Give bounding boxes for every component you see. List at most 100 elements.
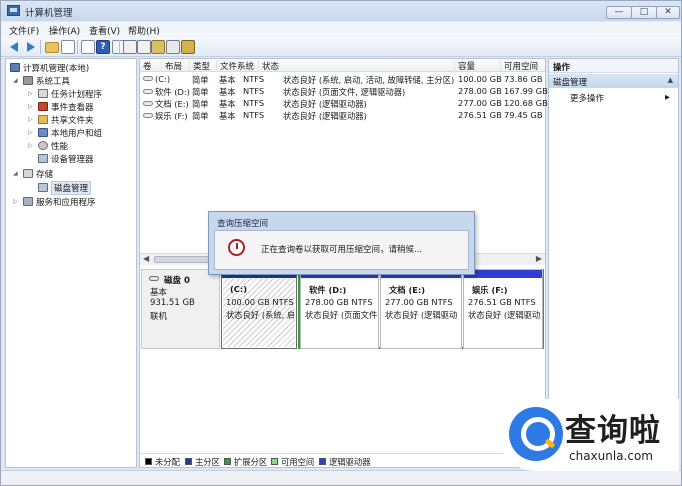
status-bar <box>1 470 681 485</box>
volume-icon <box>143 113 153 118</box>
column-status[interactable]: 状态 <box>259 60 455 72</box>
collapse-up-icon[interactable]: ▲ <box>668 76 673 84</box>
table-row[interactable]: 文档 (E:) 简单 基本 NTFS 状态良好 (逻辑驱动器) 277.00 G… <box>140 97 548 109</box>
filesystem-cell: NTFS <box>243 86 265 96</box>
watermark-brand: 查询啦 <box>565 413 661 449</box>
close-button[interactable]: ✕ <box>656 6 680 19</box>
menu-help[interactable]: 帮助(H) <box>128 24 160 37</box>
menu-view[interactable]: 查看(V) <box>89 24 120 37</box>
disk-0-info[interactable]: 磁盘 0 基本 931.51 GB 联机 <box>141 269 220 349</box>
partition-e[interactable]: 文档 (E:) 277.00 GB NTFS 状态良好 (逻辑驱动 <box>380 269 462 349</box>
partition-status: 状态良好 (逻辑驱动 <box>468 310 541 320</box>
query-shrink-space-dialog[interactable]: 查询压缩空间 正在查询卷以获取可用压缩空间，请稍候... <box>208 211 475 275</box>
services-icon <box>23 197 33 206</box>
progress-clock-icon <box>228 239 245 256</box>
volume-cell: 娱乐 (F:) <box>143 110 190 122</box>
storage-icon <box>23 169 33 178</box>
volume-list-header: 卷 布局 类型 文件系统 状态 容量 可用空间 <box>140 59 545 72</box>
scroll-right-icon[interactable]: ▶ <box>536 254 542 263</box>
expand-icon: ▷ <box>28 116 33 123</box>
minimize-icon: — <box>614 7 624 17</box>
legend-label: 可用空间 <box>281 457 315 467</box>
partition-c[interactable]: (C:) 100.00 GB NTFS 状态良好 (系统, 启 <box>221 269 297 349</box>
computer-management-icon <box>7 5 20 16</box>
console-tree-icon[interactable] <box>61 40 75 54</box>
capacity-cell: 276.51 GB <box>458 110 502 120</box>
toolbar-separator <box>40 40 41 54</box>
menu-file[interactable]: 文件(F) <box>9 24 39 37</box>
computer-management-window: 计算机管理 — □ ✕ 文件(F) 操作(A) 查看(V) 帮助(H) ? 计算… <box>0 0 682 486</box>
device-manager-icon <box>38 154 48 163</box>
help-icon[interactable]: ? <box>96 40 110 54</box>
scroll-left-icon[interactable]: ◀ <box>143 254 149 263</box>
volume-icon <box>143 76 153 81</box>
column-capacity[interactable]: 容量 <box>455 60 501 72</box>
partition-size: 100.00 GB NTFS <box>226 297 294 307</box>
forward-button[interactable] <box>23 40 37 54</box>
partition-name: 娱乐 (F:) <box>472 285 508 295</box>
disk-icon <box>149 276 159 281</box>
expand-icon: ▷ <box>28 103 33 110</box>
partition-size: 278.00 GB NTFS <box>305 297 373 307</box>
partition-size: 276.51 GB NTFS <box>468 297 536 307</box>
site-watermark: 查询啦 chaxunla.com <box>499 399 679 471</box>
table-row[interactable]: (C:) 简单 基本 NTFS 状态良好 (系统, 启动, 活动, 故障转储, … <box>140 73 545 85</box>
table-row[interactable]: 娱乐 (F:) 简单 基本 NTFS 状态良好 (逻辑驱动器) 276.51 G… <box>140 109 545 121</box>
legend-label: 未分配 <box>155 457 180 467</box>
computer-icon <box>10 63 20 72</box>
folder-icon[interactable] <box>151 40 165 54</box>
export-icon[interactable] <box>123 40 137 54</box>
maximize-icon: □ <box>639 7 649 17</box>
partition-status: 状态良好 (系统, 启 <box>226 310 294 320</box>
partition-size: 277.00 GB NTFS <box>385 297 453 307</box>
more-actions-link[interactable]: 更多操作 <box>570 92 604 104</box>
volume-icon <box>143 101 153 106</box>
partition-d[interactable]: 软件 (D:) 278.00 GB NTFS 状态良好 (页面文件 <box>300 269 379 349</box>
disk-graphical-view: 磁盘 0 基本 931.51 GB 联机 (C:) 100.00 GB NTFS… <box>140 269 545 459</box>
logical-drive-band <box>464 270 542 278</box>
capacity-cell: 277.00 GB <box>458 98 502 108</box>
submenu-arrow-icon[interactable]: ▶ <box>665 93 670 101</box>
column-type[interactable]: 类型 <box>190 60 217 72</box>
column-filesystem[interactable]: 文件系统 <box>217 60 259 72</box>
minimize-button[interactable]: — <box>606 6 632 19</box>
close-icon: ✕ <box>664 7 672 17</box>
volume-cell: (C:) <box>143 74 190 84</box>
dialog-body: 正在查询卷以获取可用压缩空间，请稍候... <box>214 230 469 270</box>
folder-up-icon[interactable] <box>45 42 59 53</box>
event-viewer-icon <box>38 102 48 111</box>
menu-action[interactable]: 操作(A) <box>49 24 80 37</box>
properties-icon[interactable] <box>81 40 95 54</box>
refresh-icon[interactable] <box>137 40 151 54</box>
search-icon[interactable] <box>166 40 180 54</box>
free-space-cell: 73.86 GB <box>504 74 543 84</box>
column-volume[interactable]: 卷 <box>140 60 162 72</box>
menu-bar: 文件(F) 操作(A) 查看(V) 帮助(H) <box>1 22 681 37</box>
window-title: 计算机管理 <box>25 8 73 19</box>
column-free-space[interactable]: 可用空间 <box>501 60 545 72</box>
expand-icon: ▷ <box>13 198 18 205</box>
legend-swatch <box>224 458 231 465</box>
disk-size: 931.51 GB <box>150 298 195 308</box>
free-space-cell: 120.68 GB <box>504 98 548 108</box>
collapse-icon: ◢ <box>13 77 18 84</box>
title-bar[interactable]: 计算机管理 — □ ✕ <box>1 1 681 21</box>
disk-name: 磁盘 0 <box>164 276 190 286</box>
partition-status: 状态良好 (页面文件 <box>305 310 378 320</box>
actions-section-disk-management[interactable]: 磁盘管理 ▲ <box>549 74 678 88</box>
toolbar: ? <box>1 37 681 57</box>
legend-label: 扩展分区 <box>234 457 268 467</box>
forward-icon <box>27 42 35 52</box>
disk-icon[interactable] <box>181 40 195 54</box>
partition-legend: 未分配 主分区 扩展分区 可用空间 逻辑驱动器 <box>140 453 545 467</box>
partition-name: (C:) <box>230 284 247 294</box>
maximize-button[interactable]: □ <box>631 6 657 19</box>
partition-f[interactable]: 娱乐 (F:) 276.51 GB NTFS 状态良好 (逻辑驱动 <box>463 269 543 349</box>
legend-label: 主分区 <box>195 457 220 467</box>
magnifier-logo-icon <box>509 407 563 461</box>
capacity-cell: 100.00 GB <box>458 74 502 84</box>
users-icon <box>38 128 48 137</box>
back-button[interactable] <box>8 40 22 54</box>
column-layout[interactable]: 布局 <box>162 60 190 72</box>
table-row[interactable]: 软件 (D:) 简单 基本 NTFS 状态良好 (页面文件, 逻辑驱动器) 27… <box>140 85 548 97</box>
